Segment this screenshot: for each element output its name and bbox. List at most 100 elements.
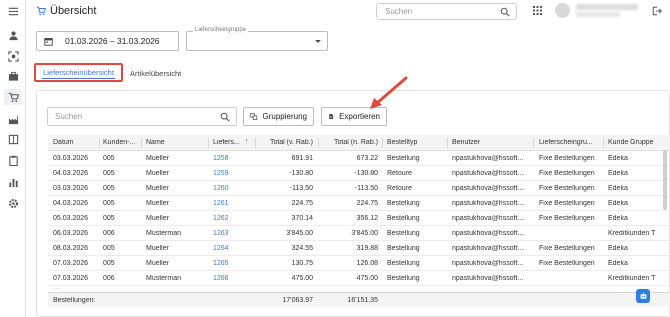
- cell-name: Mueller: [146, 170, 169, 177]
- cell-total-v-rab: 475.00: [291, 275, 313, 282]
- cell-kunde-gruppe: Edeka: [608, 155, 628, 162]
- cart-icon[interactable]: [4, 89, 22, 105]
- footer-label: Bestellungen:: [53, 297, 96, 304]
- cell-datum: 04.03.2026: [53, 170, 89, 177]
- search-icon[interactable]: [500, 7, 510, 17]
- column-divider[interactable]: [99, 138, 100, 148]
- cell-benutzer: npastukhova@hssoft...: [452, 245, 524, 252]
- cell-kunde-gruppe: Edeka: [608, 185, 628, 192]
- cell-name: Musterman: [146, 275, 182, 282]
- cell-kunde-gruppe: Edeka: [608, 260, 628, 267]
- lieferschein-link[interactable]: 1260: [213, 185, 243, 192]
- book-icon[interactable]: [7, 133, 19, 145]
- table-row[interactable]: 07.03.2026 005 Mueller 1265 130.75 126.08 Best…: [48, 256, 670, 271]
- search-icon[interactable]: [220, 112, 230, 122]
- apps-grid-icon[interactable]: [533, 6, 542, 15]
- cell-lieferscheingruppe: Fixe Bestellungen: [539, 215, 595, 222]
- vertical-scrollbar[interactable]: [663, 150, 667, 210]
- column-divider[interactable]: [382, 138, 383, 148]
- cell-benutzer: npastukhova@hssoft...: [452, 275, 524, 282]
- cell-benutzer: npastukhova@hssoft...: [452, 215, 524, 222]
- col-total-n-rab[interactable]: Total (n. Rab.): [326, 139, 378, 146]
- cell-bestelltyp: Bestellung: [387, 230, 420, 237]
- active-tab-indicator: [42, 78, 115, 79]
- column-divider[interactable]: [318, 138, 319, 148]
- column-divider[interactable]: [603, 138, 604, 148]
- sidebar: [0, 0, 26, 317]
- header-search-input[interactable]: Suchen: [376, 3, 517, 20]
- column-divider[interactable]: [533, 138, 534, 148]
- lieferschein-link[interactable]: 1261: [213, 200, 243, 207]
- cart-icon: [36, 6, 46, 16]
- scan-icon[interactable]: [7, 50, 19, 62]
- table-search-input[interactable]: Suchen: [47, 107, 237, 126]
- column-divider[interactable]: [255, 138, 256, 148]
- lieferschein-link[interactable]: 1263: [213, 230, 243, 237]
- table-row[interactable]: 04.03.2026 005 Mueller 1261 224.75 224.75 Best…: [48, 196, 670, 211]
- cell-kunde-gruppe: Edeka: [608, 245, 628, 252]
- column-divider[interactable]: [447, 138, 448, 148]
- table-row[interactable]: 07.03.2026 006 Musterman 1266 475.00 475.00 Be…: [48, 271, 670, 286]
- cell-benutzer: npastukhova@hssoft...: [452, 155, 524, 162]
- table-row[interactable]: 06.03.2026 006 Musterman 1263 3'845.00 3'845.…: [48, 226, 670, 241]
- clipboard-icon[interactable]: [7, 154, 19, 166]
- table-row[interactable]: 03.03.2026 005 Mueller 1260 -113.50 -113.50 Re…: [48, 181, 670, 196]
- menu-icon[interactable]: [7, 5, 19, 17]
- col-total-v-rab[interactable]: Total (v. Rab.): [263, 139, 313, 146]
- bar-chart-icon[interactable]: [7, 176, 19, 188]
- col-benutzer[interactable]: Benutzer: [452, 139, 530, 146]
- column-divider[interactable]: [141, 138, 142, 148]
- cell-bestelltyp: Bestellung: [387, 200, 420, 207]
- lieferschein-link[interactable]: 1264: [213, 245, 243, 252]
- cell-name: Mueller: [146, 200, 169, 207]
- sort-arrow-up-icon[interactable]: ↑: [245, 138, 249, 145]
- date-range-value: 01.03.2026 – 31.03.2026: [65, 36, 160, 46]
- col-bestelltyp[interactable]: Bestelltyp: [387, 139, 442, 146]
- briefcase-icon[interactable]: [7, 70, 19, 82]
- col-lieferschein[interactable]: Liefers...: [213, 139, 243, 146]
- cell-bestelltyp: Bestellung: [387, 275, 420, 282]
- cell-total-n-rab: -113.50: [354, 185, 378, 192]
- gruppierung-button[interactable]: Gruppierung: [243, 107, 314, 126]
- cell-name: Mueller: [146, 215, 169, 222]
- lieferscheingruppe-select[interactable]: Lieferscheingruppe: [186, 27, 328, 51]
- cell-benutzer: npastukhova@hssoft...: [452, 170, 524, 177]
- table-row[interactable]: 03.03.2026 005 Mueller 1258 691.91 673.22 Best…: [48, 151, 670, 166]
- cell-kunde-gruppe: Edeka: [608, 170, 628, 177]
- table-row[interactable]: 05.03.2026 005 Mueller 1262 370.14 356.12 Best…: [48, 211, 670, 226]
- cell-total-v-rab: 130.75: [291, 260, 313, 267]
- cell-lieferscheingruppe: Fixe Bestellungen: [539, 170, 595, 177]
- column-divider[interactable]: [208, 138, 209, 148]
- date-range-picker[interactable]: 01.03.2026 – 31.03.2026: [36, 31, 179, 51]
- col-lieferscheingruppe[interactable]: Lieferscheingru...: [539, 139, 601, 146]
- table-row[interactable]: 08.03.2026 005 Mueller 1264 324.55 319.88 Best…: [48, 241, 670, 256]
- col-datum[interactable]: Datum: [53, 139, 98, 146]
- logout-icon[interactable]: [652, 6, 662, 16]
- cell-bestelltyp: Retoure: [387, 170, 412, 177]
- tab-artikeluebersicht[interactable]: Artikelübersicht: [130, 66, 181, 80]
- col-kunde-gruppe[interactable]: Kunde Gruppe: [608, 139, 670, 146]
- cell-name: Mueller: [146, 245, 169, 252]
- cell-datum: 04.03.2026: [53, 200, 89, 207]
- tab-label: Lieferscheinübersicht: [43, 68, 114, 77]
- user-icon[interactable]: [7, 29, 19, 41]
- cell-total-n-rab: -130.80: [354, 170, 378, 177]
- col-name[interactable]: Name: [146, 139, 206, 146]
- lieferschein-link[interactable]: 1258: [213, 155, 243, 162]
- lieferschein-link[interactable]: 1262: [213, 215, 243, 222]
- cell-name: Mueller: [146, 260, 169, 267]
- cell-benutzer: npastukhova@hssoft...: [452, 260, 524, 267]
- table-row[interactable]: 04.03.2026 005 Mueller 1259 -130.80 -130.80 Re…: [48, 166, 670, 181]
- lieferschein-link[interactable]: 1265: [213, 260, 243, 267]
- lieferschein-link[interactable]: 1266: [213, 275, 243, 282]
- cell-total-v-rab: 224.75: [291, 200, 313, 207]
- lieferschein-link[interactable]: 1259: [213, 170, 243, 177]
- cell-name: Mueller: [146, 185, 169, 192]
- tab-lieferscheinuebersicht[interactable]: Lieferscheinübersicht: [34, 63, 123, 82]
- chat-support-button[interactable]: [636, 289, 650, 303]
- col-kunden[interactable]: Kunden-...: [103, 139, 139, 146]
- avatar[interactable]: [555, 3, 570, 18]
- gear-icon[interactable]: [7, 197, 19, 209]
- factory-icon[interactable]: [7, 113, 19, 125]
- cell-datum: 08.03.2026: [53, 245, 89, 252]
